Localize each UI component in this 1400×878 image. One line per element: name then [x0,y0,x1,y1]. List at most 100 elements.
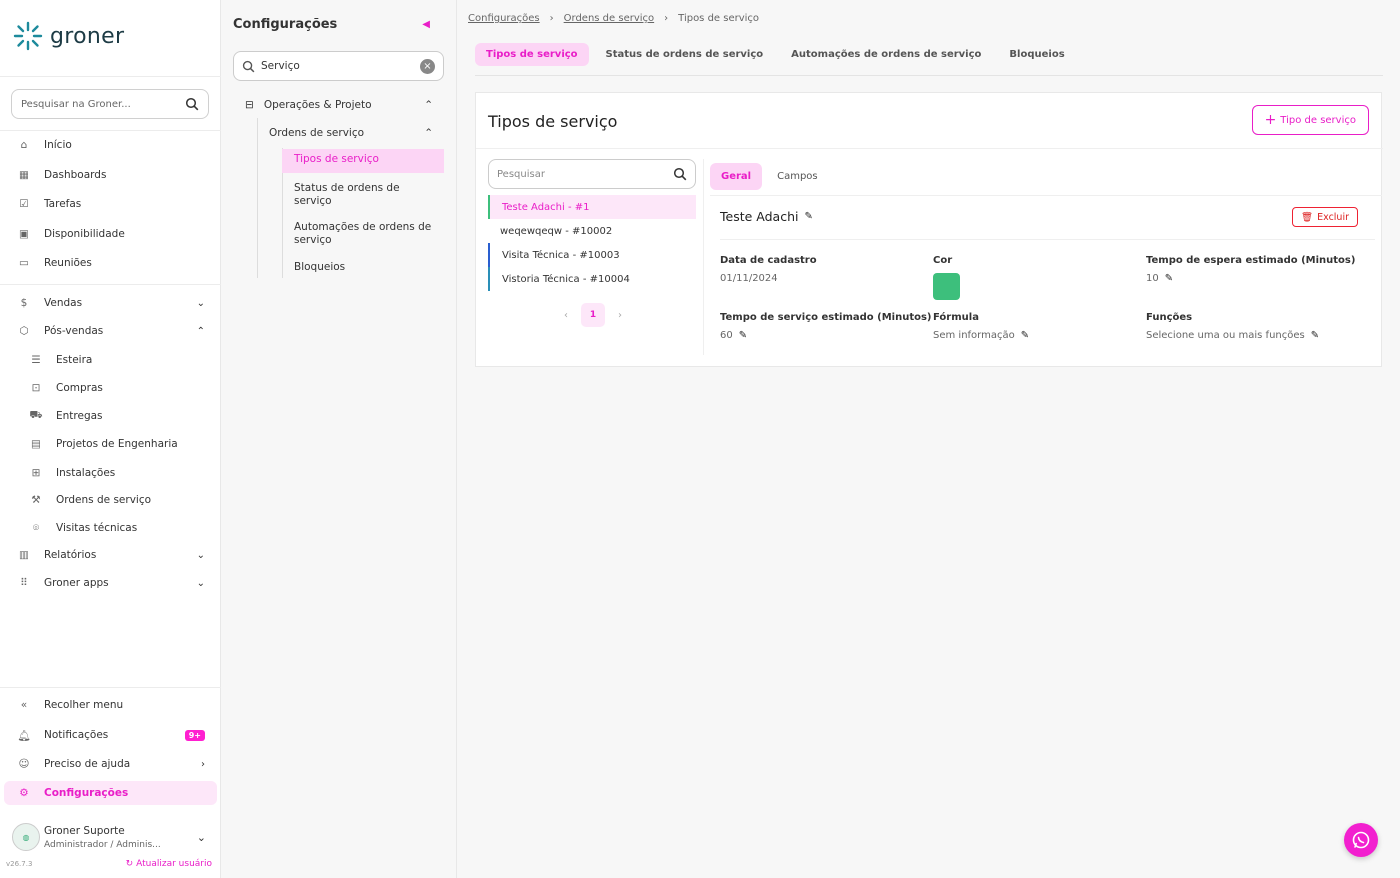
nav-label: Reuniões [44,257,92,269]
nav-projetos-engenharia[interactable]: ▤ Projetos de Engenharia [0,432,221,456]
breadcrumb-current: Tipos de serviço [678,13,760,24]
help-icon: ☺ [18,758,30,770]
whatsapp-button[interactable] [1344,823,1378,857]
config-search-value: Serviço [261,60,300,72]
video-icon: ▭ [19,257,29,269]
nav-dashboards[interactable]: ▦ Dashboards [0,163,221,187]
divider [703,159,704,355]
nav-vendas[interactable]: $ Vendas ⌄ [0,291,221,315]
collapse-menu-button[interactable]: « Recolher menu [0,693,221,717]
prev-page-icon[interactable]: ‹ [559,310,573,321]
main-content: Configurações › Ordens de serviço › Tipo… [457,0,1400,878]
nav-tarefas[interactable]: ☑ Tarefas [0,192,221,216]
list-item[interactable]: Vistoria Técnica - #10004 [488,267,696,291]
nav-esteira[interactable]: ☰ Esteira [0,348,221,372]
list-item[interactable]: Teste Adachi - #1 [488,195,696,219]
service-types-card: Tipos de serviço + Tipo de serviço Pesqu… [475,92,1383,367]
field-label: Cor [933,255,953,266]
field-value: 10 [1146,273,1159,284]
field-value: 60 [720,330,733,341]
nav-label: Disponibilidade [44,228,125,240]
global-search-input[interactable]: Pesquisar na Groner... [11,89,209,119]
nav-compras[interactable]: ⊡ Compras [0,376,221,400]
solar-panel-icon: ⊞ [31,467,41,479]
edit-pencil-icon[interactable]: ✎ [804,211,812,222]
divider [720,239,1375,240]
delete-button[interactable]: 🗑︎ Excluir [1292,207,1358,227]
help-button[interactable]: ☺ Preciso de ajuda › [0,752,221,776]
tab-status-ordens[interactable]: Status de ordens de serviço [595,43,775,66]
nav-label: Configurações [44,787,129,799]
nav-visitas-tecnicas[interactable]: ⌾ Visitas técnicas [0,516,221,540]
nav-relatorios[interactable]: ▥ Relatórios ⌄ [0,543,221,567]
delete-button-label: Excluir [1317,211,1349,223]
tree-item-tipos-servico[interactable]: Tipos de serviço [282,149,444,173]
nav-disponibilidade[interactable]: ▣ Disponibilidade [0,222,221,246]
nav-label: Ordens de serviço [56,494,152,506]
nav-pos-vendas[interactable]: ⬡ Pós-vendas ⌃ [0,319,221,343]
list-search-placeholder: Pesquisar [497,168,545,180]
refresh-icon: ↻ [125,859,134,869]
user-profile[interactable]: ◍ Groner Suporte Administrador / Adminis… [12,820,212,854]
tab-tipos-servico[interactable]: Tipos de serviço [475,43,589,66]
list-item[interactable]: Visita Técnica - #10003 [488,243,696,267]
search-icon [242,60,255,72]
add-service-type-button[interactable]: + Tipo de serviço [1251,105,1369,135]
tab-automacoes[interactable]: Automações de ordens de serviço [780,43,992,66]
nav-label: Dashboards [44,169,107,181]
collapse-panel-icon[interactable]: ◀ [422,19,430,30]
tab-geral[interactable]: Geral [710,163,763,190]
color-swatch[interactable] [933,273,960,300]
page-button[interactable]: 1 [581,303,605,327]
search-placeholder: Pesquisar na Groner... [21,98,131,110]
field-funcoes: Funções Selecione uma ou mais funções ✎ [1146,312,1319,341]
nav-ordens-servico[interactable]: ⚒ Ordens de serviço [0,488,221,512]
config-search-input[interactable]: Serviço × [233,51,444,81]
list-search-input[interactable]: Pesquisar [488,159,696,189]
edit-pencil-icon[interactable]: ✎ [1165,273,1173,284]
chevron-down-icon: ⌄ [196,297,205,309]
nav-label: Pós-vendas [44,325,104,337]
list-item[interactable]: weqewqeqw - #10002 [488,219,696,243]
nav-instalacoes[interactable]: ⊞ Instalações [0,461,221,485]
settings-button[interactable]: ⚙ Configurações [4,781,217,805]
detail-tabs: Geral Campos [710,163,829,190]
notifications-badge: 9+ [184,729,205,741]
update-user-link[interactable]: ↻ Atualizar usuário [126,859,212,869]
edit-pencil-icon[interactable]: ✎ [1021,330,1029,341]
tree-item-status-ordens[interactable]: Status de ordens de serviço [282,178,444,212]
tab-bloqueios[interactable]: Bloqueios [998,43,1075,66]
breadcrumb-configuracoes[interactable]: Configurações [468,13,540,24]
nav-entregas[interactable]: ⛟ Entregas [0,404,221,428]
tree-item-automacoes[interactable]: Automações de ordens de serviço [282,217,444,251]
breadcrumb-ordens-servico[interactable]: Ordens de serviço [564,13,655,24]
dollar-icon: $ [20,297,28,309]
tab-campos[interactable]: Campos [766,163,829,190]
field-value: Selecione uma ou mais funções [1146,330,1305,341]
grid-icon: ⠿ [20,577,28,589]
bell-icon: 🔔︎ [17,729,31,742]
nav-inicio[interactable]: ⌂ Início [0,133,221,157]
clear-search-icon[interactable]: × [420,58,435,74]
nav-label: Visitas técnicas [56,522,138,534]
groner-logo[interactable]: groner [12,20,124,52]
nav-label: Entregas [56,410,103,422]
list-icon: ☰ [31,354,41,366]
tree-subgroup-ordens[interactable]: Ordens de serviço ⌃ [269,127,433,139]
nav-label: Tarefas [44,198,82,210]
card-title: Tipos de serviço [488,112,618,131]
divider [0,76,221,77]
notifications-button[interactable]: 🔔︎ Notificações 9+ [0,723,221,747]
tree-item-bloqueios[interactable]: Bloqueios [282,257,444,278]
nav-groner-apps[interactable]: ⠿ Groner apps ⌄ [0,571,221,595]
field-value: Sem informação [933,330,1015,341]
next-page-icon[interactable]: › [613,310,627,321]
edit-pencil-icon[interactable]: ✎ [1311,330,1319,341]
nav-reunioes[interactable]: ▭ Reuniões [0,251,221,275]
chevron-up-icon: ⌃ [196,325,205,337]
update-label: Atualizar usuário [136,859,212,869]
field-label: Tempo de espera estimado (Minutos) [1146,255,1356,266]
edit-pencil-icon[interactable]: ✎ [739,330,747,341]
trash-icon: 🗑︎ [1301,211,1314,223]
tree-group-operacoes[interactable]: ⊟ Operações & Projeto ⌃ [245,99,433,111]
